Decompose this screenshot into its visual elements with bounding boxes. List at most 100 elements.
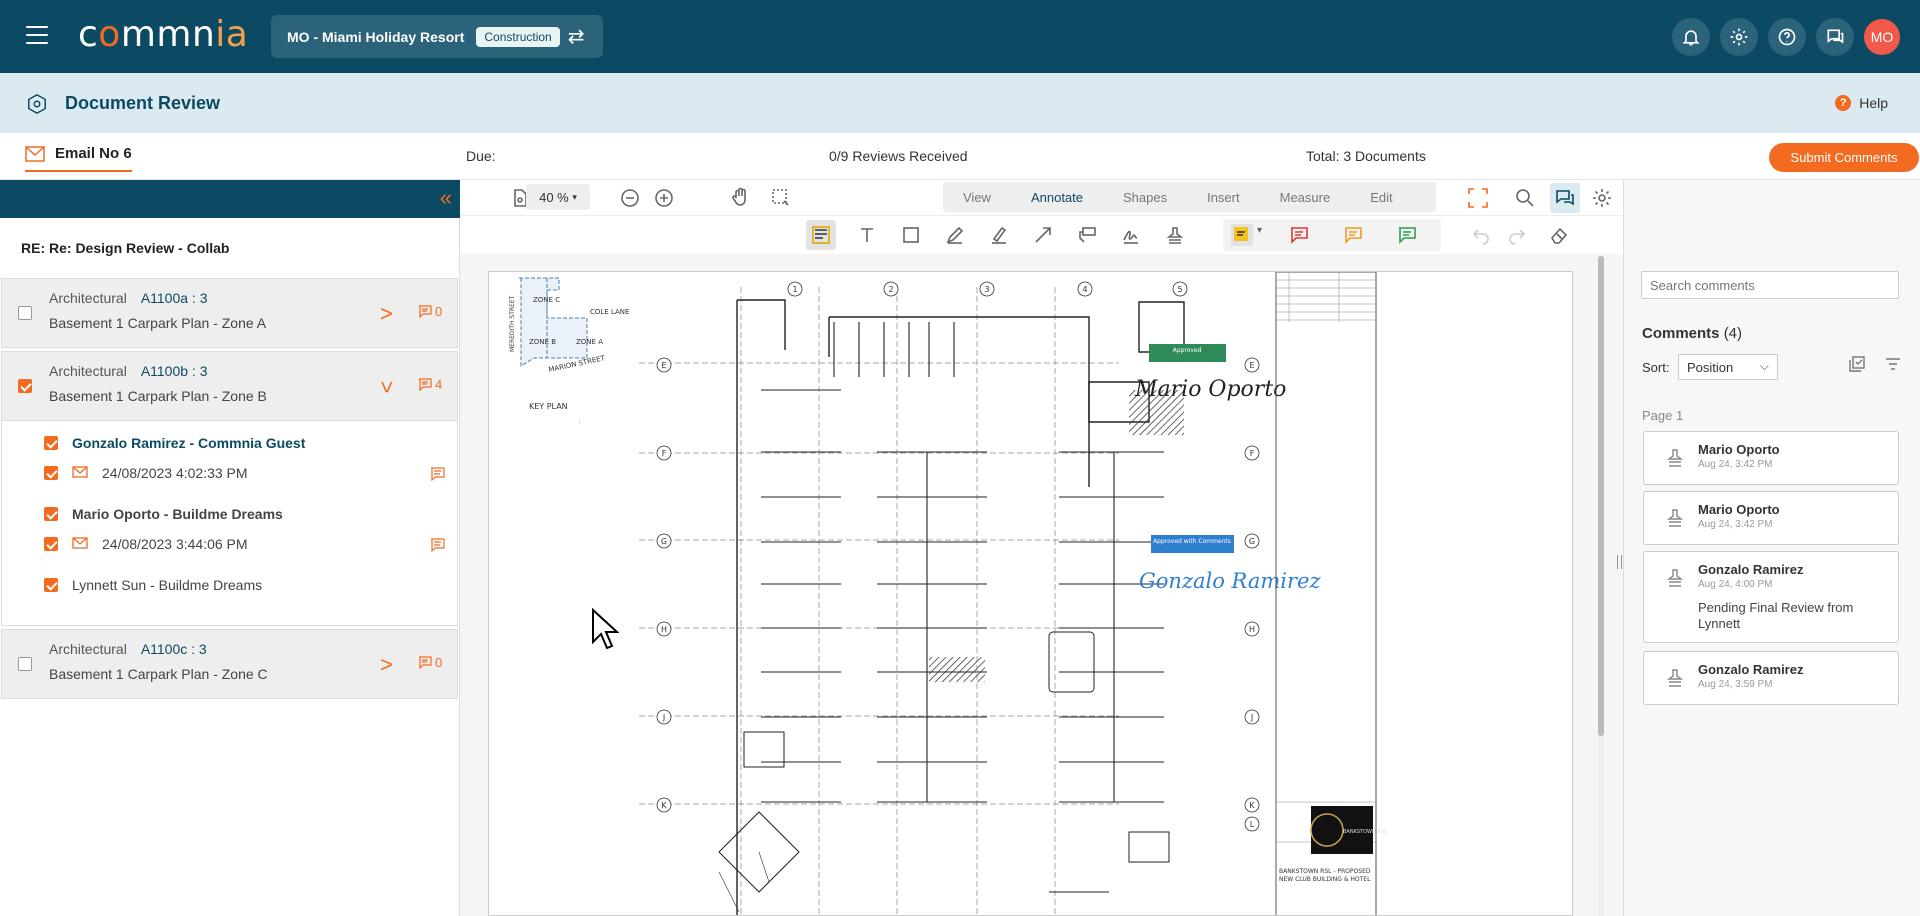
stamp-tool-icon[interactable] bbox=[1165, 225, 1185, 250]
mail-icon bbox=[72, 466, 88, 478]
arrow-tool-icon[interactable] bbox=[1033, 225, 1053, 250]
comment-orange-icon[interactable] bbox=[1343, 225, 1363, 250]
comment-card[interactable]: Mario Oporto Aug 24, 3:42 PM bbox=[1643, 491, 1899, 545]
reviewer-response-row[interactable]: 24/08/2023 3:44:06 PM bbox=[44, 536, 248, 552]
undo-icon[interactable] bbox=[1471, 225, 1491, 250]
reviewer-row[interactable]: Lynnett Sun - Buildme Dreams bbox=[44, 577, 262, 593]
comments-panel-icon[interactable] bbox=[1550, 183, 1580, 213]
viewer-scrollbar[interactable] bbox=[1598, 256, 1604, 916]
pan-hand-icon[interactable] bbox=[730, 187, 750, 212]
document-item-a1100b[interactable]: Architectural A1100b : 3 Basement 1 Carpa… bbox=[1, 351, 458, 421]
document-checkbox[interactable] bbox=[18, 657, 32, 671]
tab-insert[interactable]: Insert bbox=[1207, 190, 1240, 205]
search-comments-input[interactable] bbox=[1641, 271, 1899, 299]
comment-date: Aug 24, 4:00 PM bbox=[1698, 579, 1773, 590]
highlighter-tool-icon[interactable] bbox=[989, 225, 1009, 250]
due-label: Due: bbox=[466, 148, 496, 164]
document-checkbox[interactable] bbox=[18, 306, 32, 320]
zoom-out-icon[interactable] bbox=[620, 188, 640, 213]
search-icon[interactable] bbox=[1515, 188, 1535, 213]
comment-card[interactable]: Mario Oporto Aug 24, 3:42 PM bbox=[1643, 431, 1899, 485]
messages-icon[interactable] bbox=[1816, 18, 1854, 56]
key-plan-zone-c: ZONE C bbox=[533, 296, 560, 304]
reviewer-response-row[interactable]: 24/08/2023 4:02:33 PM bbox=[44, 465, 248, 481]
chevron-right-icon[interactable]: > bbox=[380, 652, 393, 678]
comment-count[interactable]: 0 bbox=[418, 655, 442, 670]
reviewer-checkbox[interactable] bbox=[44, 436, 58, 450]
menu-icon[interactable] bbox=[26, 26, 48, 46]
reviewer-checkbox[interactable] bbox=[44, 578, 58, 592]
grid-row-e-right: E bbox=[1249, 361, 1254, 370]
document-item-a1100a[interactable]: Architectural A1100a : 3 Basement 1 Carpa… bbox=[1, 278, 458, 348]
response-comment-icon[interactable] bbox=[430, 538, 445, 557]
comment-count[interactable]: 0 bbox=[418, 304, 442, 319]
settings-gear-icon[interactable] bbox=[1720, 18, 1758, 56]
email-subject: RE: Re: Design Review - Collab bbox=[21, 240, 230, 256]
marquee-select-icon[interactable] bbox=[770, 187, 790, 212]
email-tab[interactable]: Email No 6 bbox=[25, 145, 132, 172]
response-checkbox[interactable] bbox=[44, 537, 58, 551]
collapse-panel-icon[interactable]: « bbox=[440, 187, 452, 209]
tab-view[interactable]: View bbox=[963, 190, 991, 205]
tab-annotate[interactable]: Annotate bbox=[1031, 190, 1083, 205]
notifications-bell-icon[interactable] bbox=[1672, 18, 1710, 56]
callout-tool-icon[interactable] bbox=[1077, 225, 1097, 250]
signature-tool-icon[interactable] bbox=[1121, 225, 1141, 250]
help-link[interactable]: ? Help bbox=[1835, 95, 1888, 111]
comments-panel: Comments (4) Sort: Position⌵ Page 1 Mari… bbox=[1623, 180, 1920, 916]
mail-icon bbox=[25, 145, 45, 162]
viewer-settings-gear-icon[interactable] bbox=[1592, 188, 1612, 213]
comment-icon bbox=[419, 378, 432, 391]
text-tool-icon[interactable] bbox=[857, 225, 877, 250]
grid-row-k-right: K bbox=[1249, 801, 1255, 810]
drawing-page[interactable]: ZONE C ZONE B ZONE A COLE LANE MARION ST… bbox=[488, 271, 1573, 916]
commnia-logo[interactable]: commnia bbox=[78, 14, 248, 55]
note-color-chevron-icon[interactable]: ▾ bbox=[1257, 225, 1262, 236]
reviewer-name: Gonzalo Ramirez - Commnia Guest bbox=[72, 435, 306, 451]
chevron-right-icon[interactable]: > bbox=[380, 301, 393, 327]
reviewer-row[interactable]: Gonzalo Ramirez - Commnia Guest bbox=[44, 435, 305, 451]
response-comment-icon[interactable] bbox=[430, 467, 445, 486]
response-checkbox[interactable] bbox=[44, 466, 58, 480]
zoom-select[interactable]: 40 % ▾ bbox=[526, 184, 590, 210]
filter-icon[interactable] bbox=[1885, 356, 1901, 377]
comment-card[interactable]: Gonzalo Ramirez Aug 24, 4:00 PM Pending … bbox=[1643, 551, 1899, 643]
response-date: 24/08/2023 3:44:06 PM bbox=[102, 536, 248, 552]
eraser-icon[interactable] bbox=[1549, 225, 1569, 250]
pen-tool-icon[interactable] bbox=[945, 225, 965, 250]
highlight-text-icon[interactable] bbox=[811, 225, 831, 250]
multi-select-icon[interactable] bbox=[1849, 356, 1865, 377]
mouse-cursor-icon bbox=[592, 608, 619, 650]
grid-row-h-right: H bbox=[1249, 625, 1255, 634]
project-name: MO - Miami Holiday Resort bbox=[287, 28, 465, 45]
tab-shapes[interactable]: Shapes bbox=[1123, 190, 1167, 205]
submit-comments-button[interactable]: Submit Comments bbox=[1769, 143, 1919, 172]
redo-icon[interactable] bbox=[1507, 225, 1527, 250]
reviewer-checkbox[interactable] bbox=[44, 507, 58, 521]
panel-resize-handle[interactable] bbox=[1617, 555, 1622, 569]
comment-count[interactable]: 4 bbox=[418, 377, 442, 392]
reviewer-row[interactable]: Mario Oporto - Buildme Dreams bbox=[44, 506, 283, 522]
fullscreen-icon[interactable] bbox=[1466, 186, 1490, 215]
document-discipline: Architectural bbox=[49, 641, 127, 657]
grid-col-2: 2 bbox=[888, 285, 893, 294]
user-avatar[interactable]: MO bbox=[1864, 19, 1900, 55]
chevron-down-icon: ⌵ bbox=[1759, 359, 1769, 373]
document-checkbox[interactable] bbox=[18, 379, 32, 393]
comment-red-icon[interactable] bbox=[1289, 225, 1309, 250]
sort-select[interactable]: Position ⌵ bbox=[1678, 354, 1778, 380]
comment-card[interactable]: Gonzalo Ramirez Aug 24, 3:59 PM bbox=[1643, 651, 1899, 705]
document-item-a1100c[interactable]: Architectural A1100c : 3 Basement 1 Carpa… bbox=[1, 629, 458, 699]
project-switcher[interactable]: MO - Miami Holiday Resort Construction ⇄ bbox=[271, 15, 603, 58]
chevron-down-icon[interactable]: > bbox=[373, 381, 399, 394]
rectangle-tool-icon[interactable] bbox=[901, 225, 921, 250]
document-code: A1100b : 3 bbox=[140, 363, 208, 379]
comment-green-icon[interactable] bbox=[1397, 225, 1417, 250]
help-question-icon[interactable] bbox=[1768, 18, 1806, 56]
tab-measure[interactable]: Measure bbox=[1280, 190, 1331, 205]
tab-edit[interactable]: Edit bbox=[1370, 190, 1392, 205]
document-discipline: Architectural bbox=[49, 290, 127, 306]
zoom-in-icon[interactable] bbox=[654, 188, 674, 213]
note-yellow-icon[interactable] bbox=[1231, 224, 1253, 246]
chevron-down-icon: ▾ bbox=[572, 191, 577, 202]
